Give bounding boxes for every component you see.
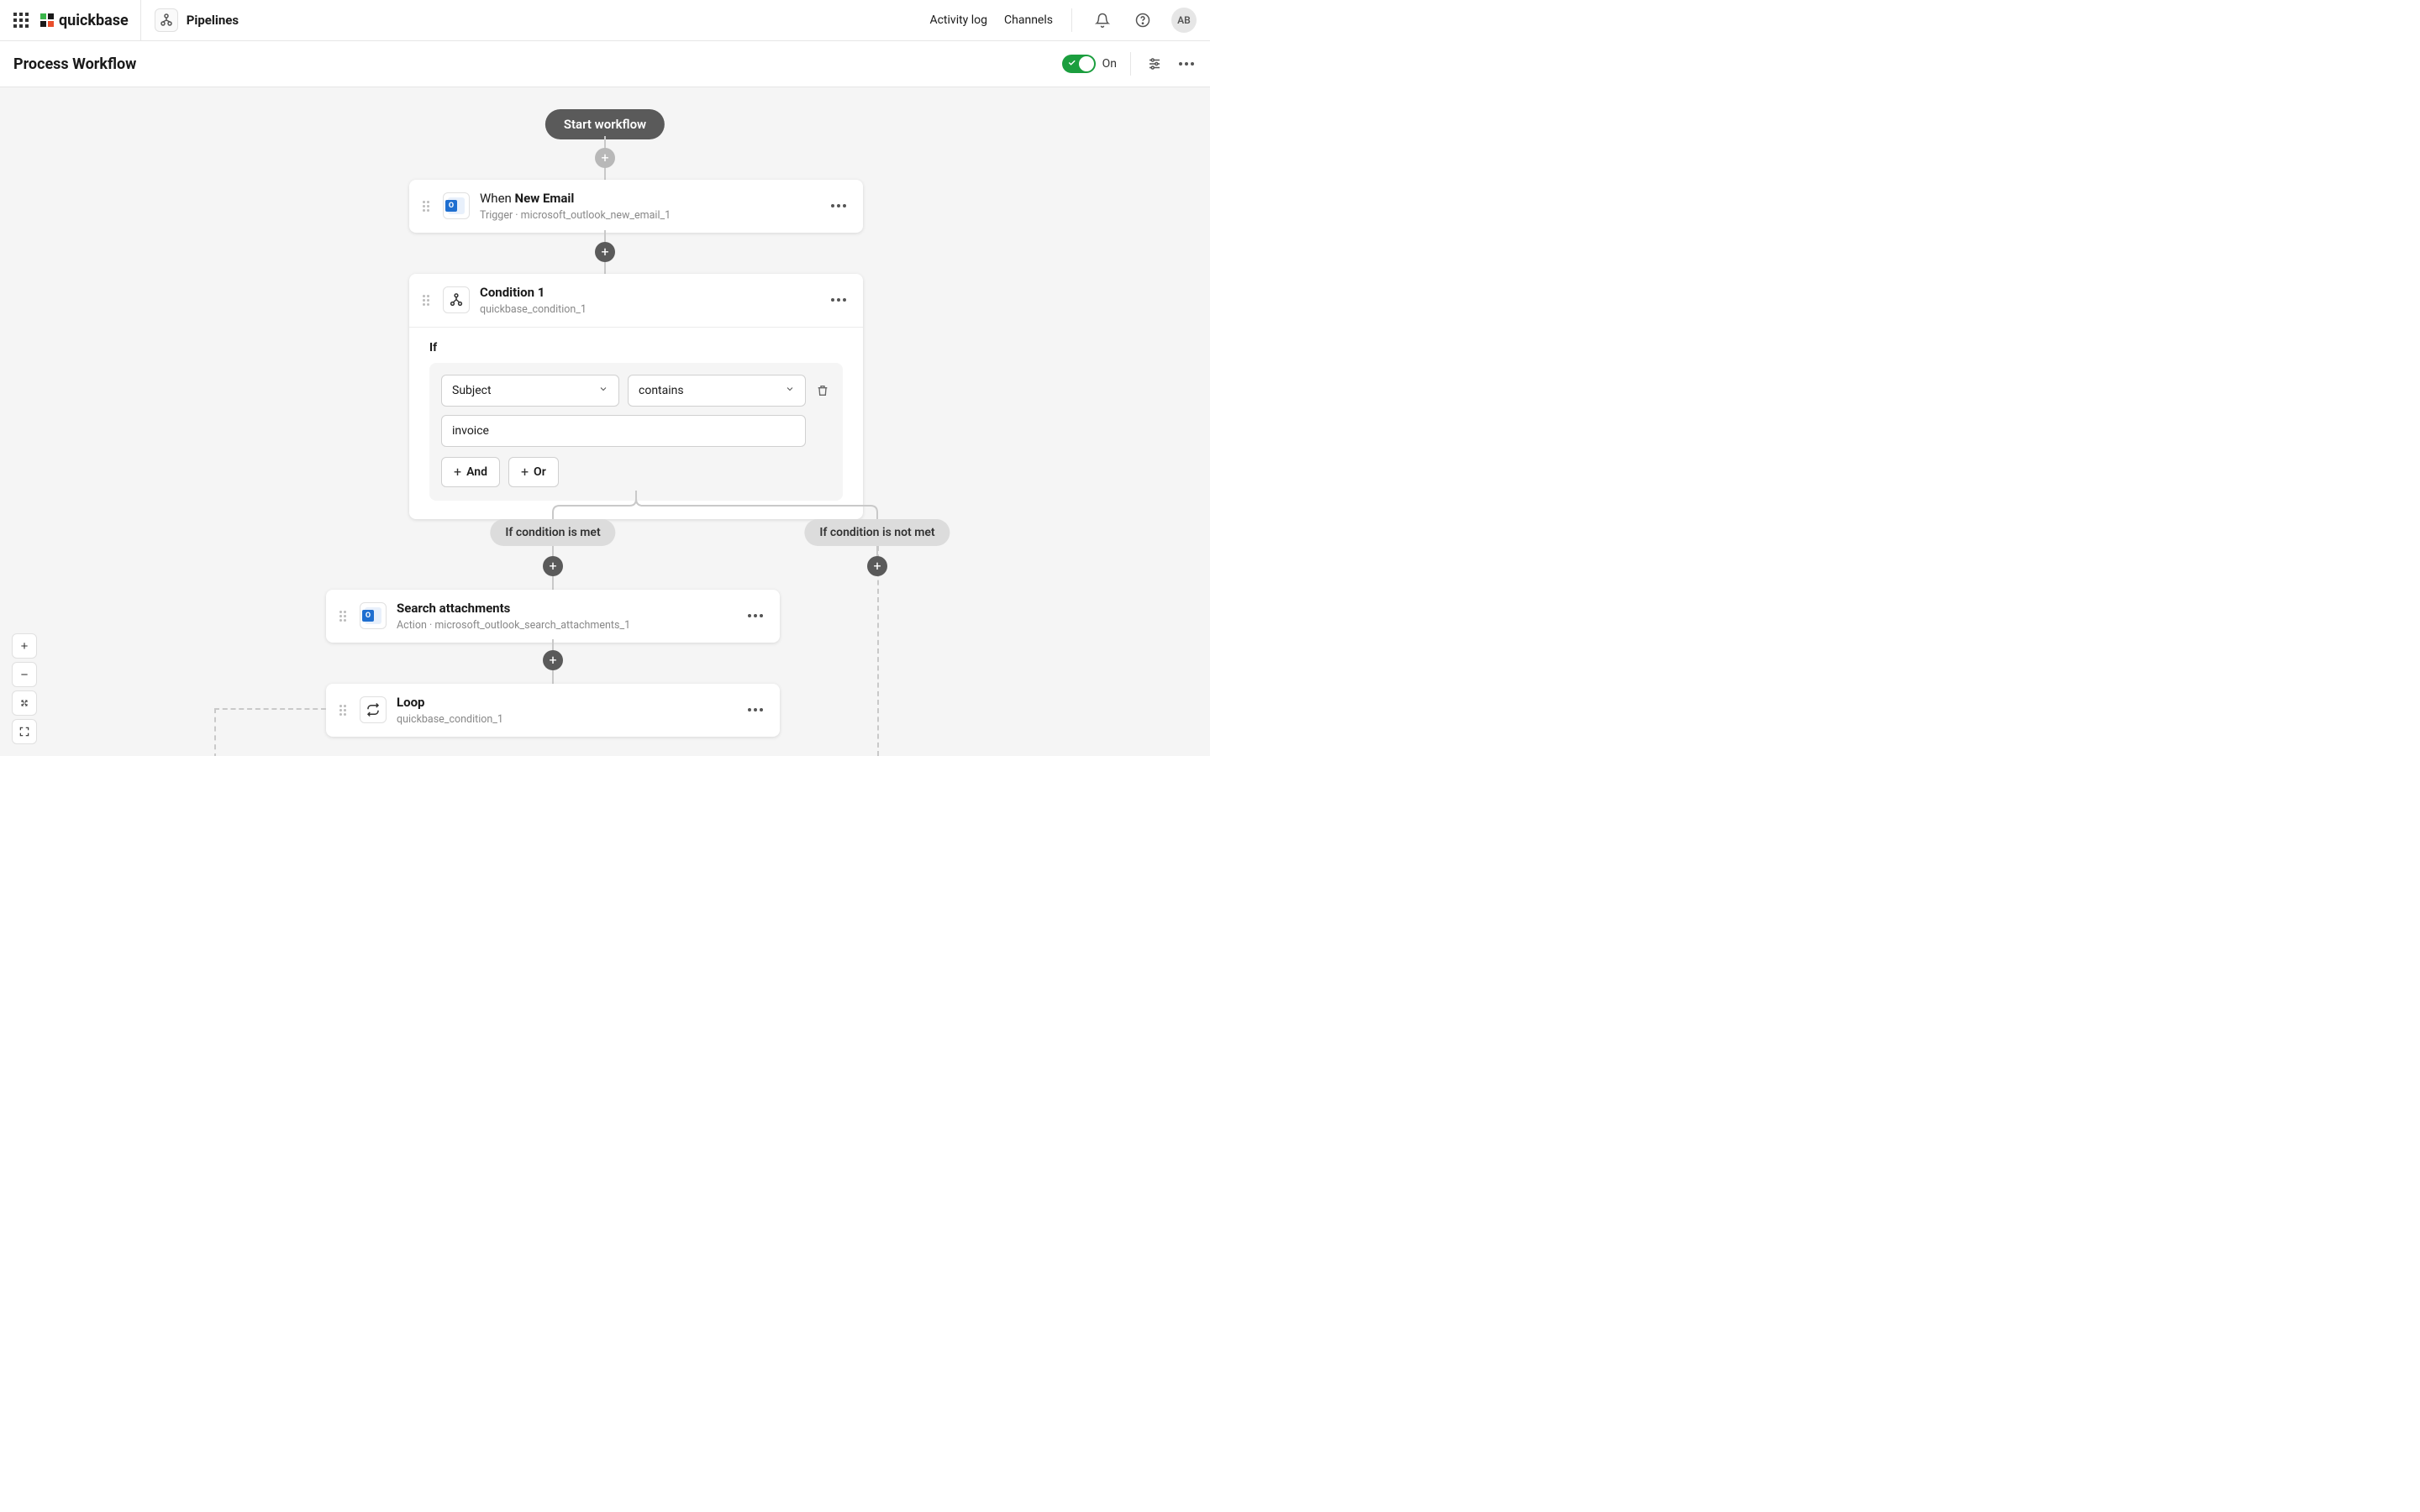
pipeline-icon	[155, 8, 178, 32]
step-title: Search attachments	[397, 601, 734, 617]
zoom-in-button[interactable]: +	[12, 633, 37, 659]
settings-icon[interactable]	[1144, 54, 1165, 74]
drag-handle-icon[interactable]	[339, 705, 350, 716]
brand-logo[interactable]: quickbase	[40, 12, 129, 29]
divider	[140, 0, 141, 41]
brand-name: quickbase	[59, 12, 129, 29]
action-step-card[interactable]: Search attachments Action · microsoft_ou…	[326, 590, 780, 643]
more-menu-icon[interactable]	[1176, 54, 1197, 74]
step-more-menu[interactable]	[744, 611, 766, 621]
add-step-button[interactable]: +	[543, 556, 563, 576]
breadcrumb-label: Pipelines	[187, 13, 239, 28]
step-more-menu[interactable]	[744, 705, 766, 715]
zoom-out-button[interactable]: −	[12, 662, 37, 687]
connector-dashed	[877, 546, 879, 756]
notifications-icon[interactable]	[1091, 8, 1114, 32]
check-icon	[1067, 58, 1076, 70]
channels-link[interactable]: Channels	[1004, 13, 1053, 27]
add-step-button[interactable]: +	[543, 650, 563, 670]
step-subtitle: quickbase_condition_1	[397, 713, 734, 726]
toggle-label: On	[1102, 57, 1117, 71]
add-step-button[interactable]: +	[867, 556, 887, 576]
divider	[1130, 52, 1131, 76]
loop-step-card[interactable]: Loop quickbase_condition_1	[326, 684, 780, 737]
drag-handle-icon[interactable]	[339, 611, 350, 622]
branch-true-label: If condition is met	[490, 519, 615, 546]
breadcrumb[interactable]: Pipelines	[155, 8, 239, 32]
step-title: Loop	[397, 695, 734, 711]
outlook-icon	[360, 602, 387, 629]
activity-log-link[interactable]: Activity log	[929, 13, 987, 27]
branch-connector	[0, 87, 1210, 756]
connector-dashed	[214, 708, 326, 710]
pipeline-enable-toggle[interactable]	[1062, 55, 1096, 73]
workflow-canvas[interactable]: Start workflow + When New Email Trigger …	[0, 87, 1210, 756]
zoom-fit-button[interactable]	[12, 690, 37, 716]
step-subtitle: Action · microsoft_outlook_search_attach…	[397, 619, 734, 632]
page-title: Process Workflow	[13, 55, 136, 73]
branch-false-label: If condition is not met	[804, 519, 950, 546]
fullscreen-button[interactable]	[12, 719, 37, 744]
brand-logo-mark	[40, 13, 54, 27]
connector-dashed	[214, 708, 216, 756]
divider	[1071, 8, 1072, 32]
apps-menu-icon[interactable]	[13, 13, 29, 28]
help-icon[interactable]	[1131, 8, 1155, 32]
loop-icon	[360, 696, 387, 723]
avatar[interactable]: AB	[1171, 8, 1197, 33]
